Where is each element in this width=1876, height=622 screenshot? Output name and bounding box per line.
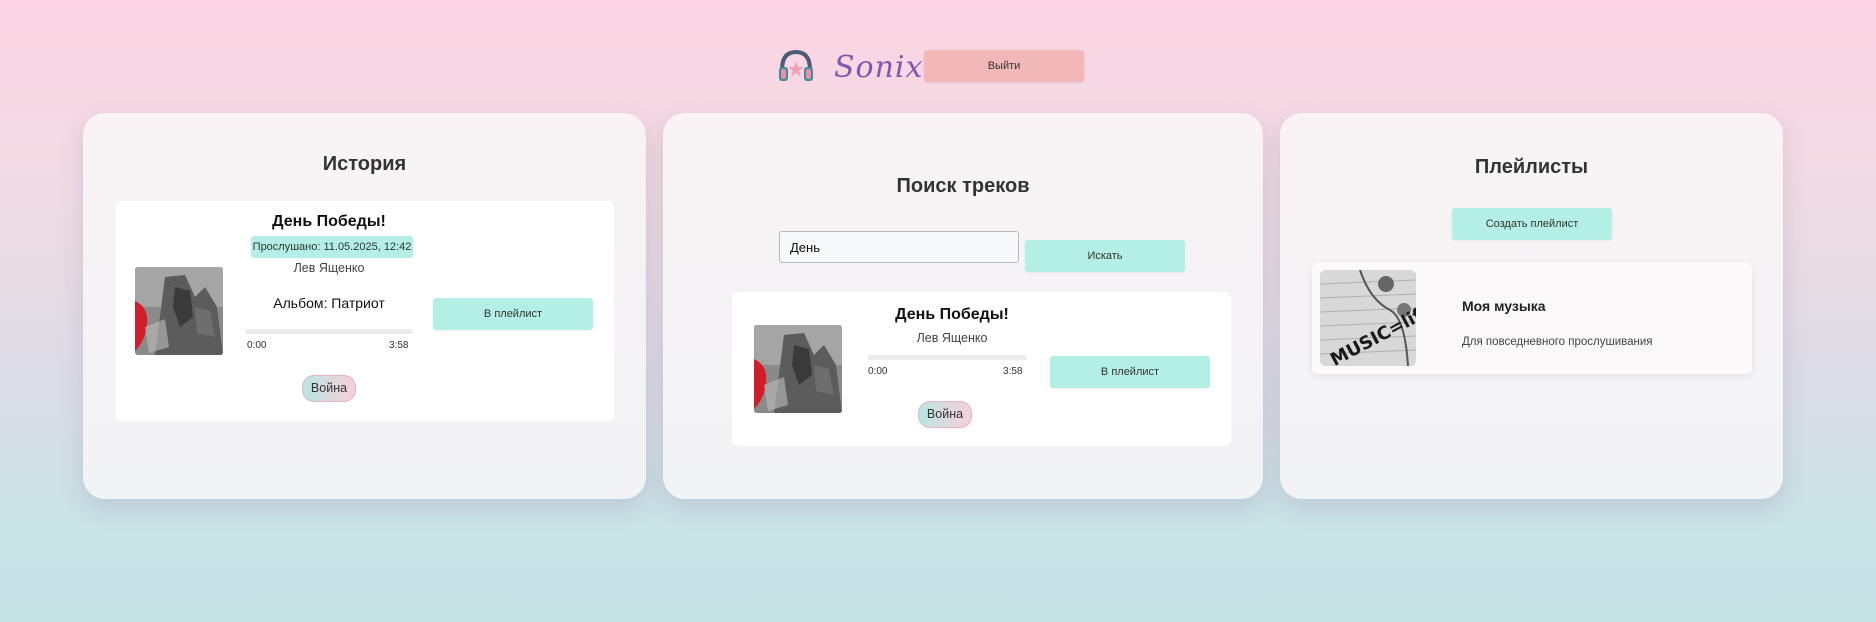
create-playlist-button[interactable]: Создать плейлист (1452, 208, 1612, 240)
playlist-item[interactable]: MUSIC=life Моя музыка Для повседневного … (1312, 262, 1752, 374)
history-track-title: День Победы! (272, 213, 386, 230)
history-track-artist: Лев Ященко (293, 261, 365, 275)
search-panel: Поиск треков Искать День Победы! Лев Яще… (663, 113, 1263, 499)
track-cover-image (754, 325, 842, 413)
app-header: Sonix Выйти (0, 46, 1876, 86)
listened-timestamp-badge: Прослушано: 11.05.2025, 12:42 (251, 236, 413, 258)
genre-tag[interactable]: Война (302, 375, 356, 402)
playlist-cover-image: MUSIC=life (1320, 270, 1416, 366)
search-button[interactable]: Искать (1025, 240, 1185, 272)
history-time-total: 3:58 (389, 340, 409, 351)
search-progress-bar[interactable] (867, 355, 1027, 360)
playlists-title: Плейлисты (1474, 156, 1589, 178)
search-result-title: День Победы! (895, 306, 1009, 323)
search-result-card: День Победы! Лев Ященко 0:00 3:58 Война … (732, 292, 1231, 446)
search-add-to-playlist-button[interactable]: В плейлист (1050, 356, 1210, 388)
playlists-panel: Плейлисты Создать плейлист MUSIC=life Мо… (1280, 113, 1783, 499)
history-add-to-playlist-button[interactable]: В плейлист (433, 298, 593, 330)
playlist-description: Для повседневного прослушивания (1462, 336, 1653, 348)
history-progress-bar[interactable] (245, 329, 413, 334)
history-time-current: 0:00 (247, 340, 267, 351)
playlist-name: Моя музыка (1462, 298, 1546, 314)
history-track-card: День Победы! Прослушано: 11.05.2025, 12:… (115, 201, 614, 421)
genre-tag[interactable]: Война (918, 401, 972, 428)
search-title: Поиск треков (896, 175, 1030, 197)
history-panel: История День Победы! Прослушано: 11.05.2… (83, 113, 646, 499)
search-result-artist: Лев Ященко (916, 331, 988, 345)
search-input[interactable] (779, 231, 1019, 263)
headphones-icon (776, 48, 816, 84)
search-time-total: 3:58 (1003, 366, 1023, 377)
history-track-album: Альбом: Патриот (273, 295, 385, 311)
logout-button[interactable]: Выйти (924, 50, 1084, 82)
track-cover-image (135, 267, 223, 355)
history-title: История (322, 153, 407, 175)
brand-logo-text: Sonix (834, 50, 924, 85)
search-time-current: 0:00 (868, 366, 888, 377)
